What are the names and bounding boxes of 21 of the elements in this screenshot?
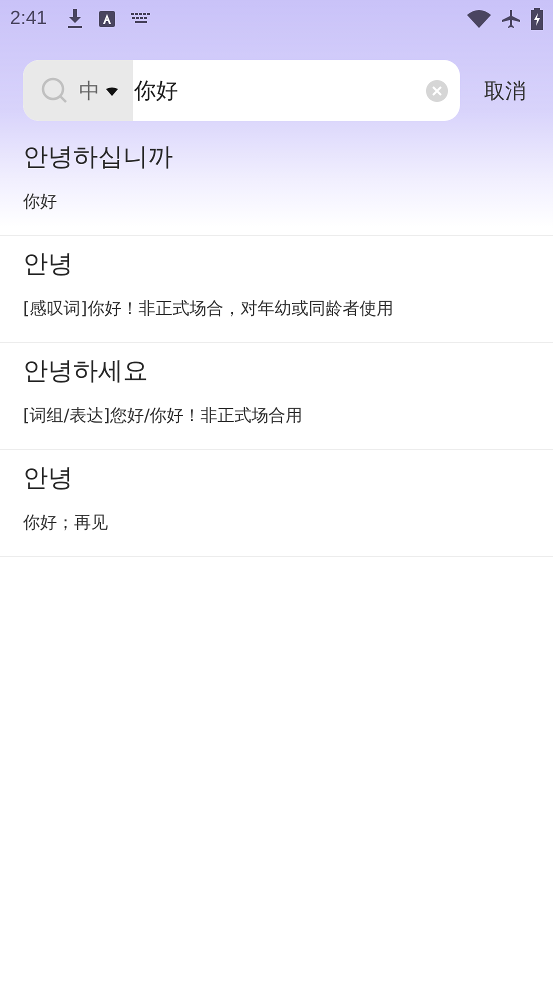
status-time: 2:41 <box>10 8 47 30</box>
result-word[interactable]: 안녕 <box>23 244 530 280</box>
result-meaning: 你好；再见 <box>23 512 109 535</box>
result-word[interactable]: 안녕하십니까 <box>23 137 530 173</box>
cancel-button[interactable]: 取消 <box>484 76 526 104</box>
search-icon <box>41 76 69 104</box>
result-word[interactable]: 안녕 <box>23 458 530 494</box>
language-dropdown[interactable]: 中 <box>79 76 118 104</box>
airplane-icon <box>501 9 521 29</box>
caret-icon <box>106 86 118 96</box>
result-meaning: [词组/表达]您好/你好！非正式场合用 <box>23 405 304 428</box>
battery-icon <box>531 8 543 30</box>
font-icon <box>98 11 115 27</box>
result-word[interactable]: 안녕하세요 <box>23 351 530 387</box>
keyboard-icon <box>130 13 151 25</box>
wifi-icon <box>467 10 491 28</box>
result-meaning: [感叹词]你好！非正式场合，对年幼或同龄者使用 <box>23 298 394 321</box>
download-icon <box>66 9 83 29</box>
result-meaning: 你好 <box>23 191 58 214</box>
clear-icon[interactable] <box>426 80 448 102</box>
search-field[interactable]: 中 你好 <box>23 60 460 121</box>
